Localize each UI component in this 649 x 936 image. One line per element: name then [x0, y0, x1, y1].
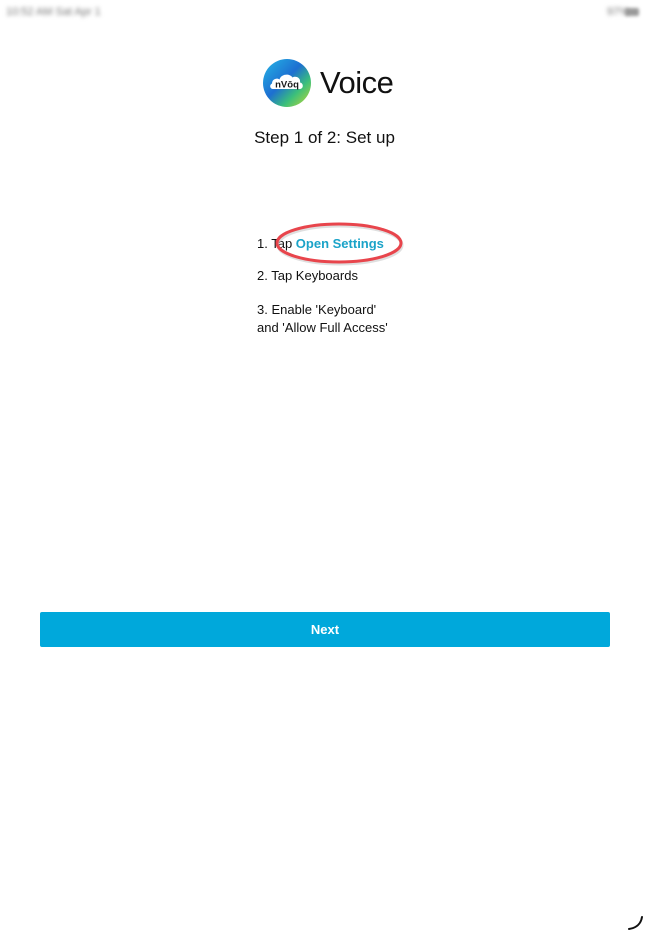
logo-brand-text: nVōq [275, 80, 299, 91]
app-logo-row: nVōq Voice [262, 57, 394, 109]
instruction-step-3-line1: 3. Enable 'Keyboard' [257, 302, 377, 317]
resize-icon[interactable] [624, 914, 646, 932]
nvoq-logo-icon: nVōq [263, 59, 311, 107]
app-title: Voice [320, 65, 394, 100]
instruction-step-3: 3. Enable 'Keyboard' and 'Allow Full Acc… [257, 301, 388, 337]
open-settings-link[interactable]: Open Settings [296, 236, 384, 251]
instruction-step-2: 2. Tap Keyboards [257, 268, 358, 283]
instruction-step-3-line2: and 'Allow Full Access' [257, 320, 388, 335]
next-button[interactable]: Next [40, 612, 610, 647]
instruction-step-1-text: 1. Tap [257, 236, 296, 251]
battery-icon [625, 8, 639, 16]
status-time: 10:52 AM Sat Apr 1 [6, 6, 101, 18]
status-bar: 10:52 AM Sat Apr 1 97% [0, 0, 649, 28]
instruction-step-1: 1. Tap Open Settings [257, 235, 384, 253]
step-title: Step 1 of 2: Set up [254, 128, 395, 147]
